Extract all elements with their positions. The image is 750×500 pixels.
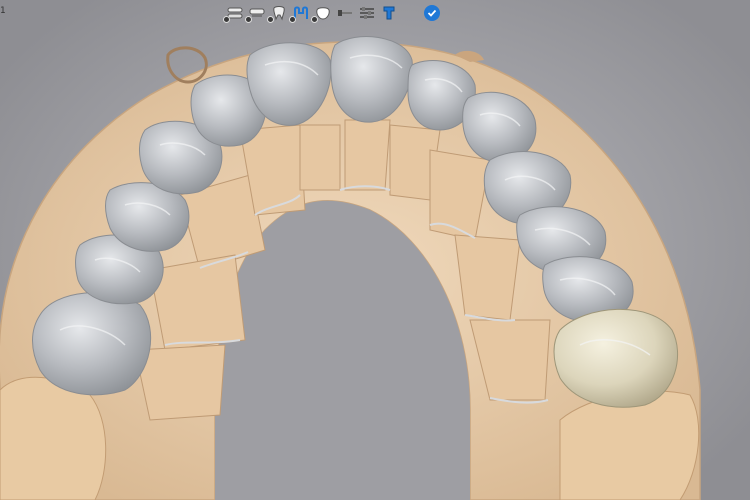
margin-indicator <box>289 16 296 23</box>
jaw-indicator <box>223 16 230 23</box>
crown-indicator <box>311 16 318 23</box>
check-circle-icon[interactable] <box>424 5 440 21</box>
connector-icon[interactable] <box>336 4 354 22</box>
implant-icon[interactable] <box>380 4 398 22</box>
tooth-icon[interactable] <box>267 4 288 23</box>
dental-arch-scene[interactable] <box>0 0 750 500</box>
arch-icon[interactable] <box>245 4 266 23</box>
crown-icon[interactable] <box>311 4 332 23</box>
crown-left-premolar-1[interactable] <box>32 292 152 396</box>
arch-indicator <box>245 16 252 23</box>
left-molar-model <box>0 376 107 500</box>
top-toolbar <box>223 2 440 24</box>
sliders-icon[interactable] <box>358 4 376 22</box>
jaw-icon[interactable] <box>223 4 244 23</box>
tooth-indicator <box>267 16 274 23</box>
margin-icon[interactable] <box>289 4 310 23</box>
3d-viewport[interactable]: 1 <box>0 0 750 500</box>
